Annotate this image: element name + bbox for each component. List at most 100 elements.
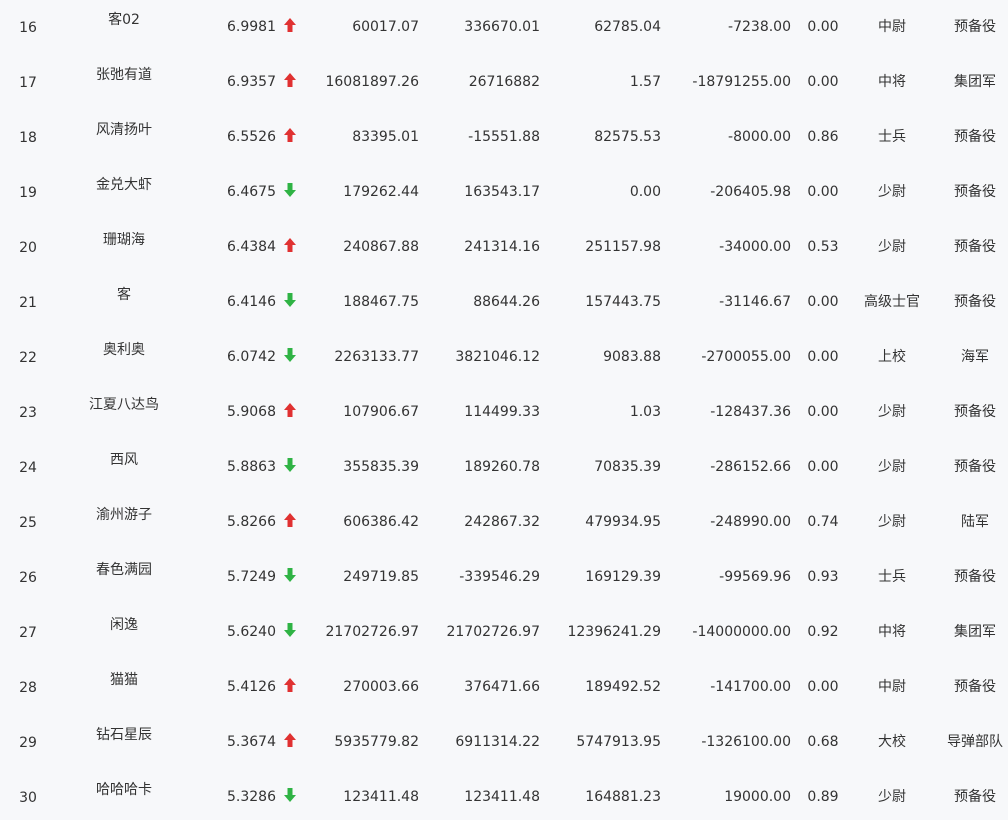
player-name: 奥利奥 [103, 342, 145, 358]
value-1-cell: 2263133.77 [334, 349, 419, 365]
table-row: 24 西风 5.8863 355835.39 189260.78 70835.39 -286… [0, 440, 1008, 495]
branch-cell: 预备役 [954, 789, 996, 805]
table-row: 21 客 6.4146 188467.75 88644.26 157443.75 -3114… [0, 275, 1008, 330]
rank-cell: 16 [19, 20, 37, 36]
arrow-down-icon [283, 622, 299, 640]
value-2-cell: 6911314.22 [455, 734, 540, 750]
player-name: 哈哈哈卡 [96, 782, 152, 798]
ratio-cell: 0.53 [807, 239, 839, 255]
value-1-cell: 60017.07 [352, 19, 419, 35]
value-4-cell: -128437.36 [710, 404, 791, 420]
value-3-cell: 251157.98 [585, 239, 661, 255]
table-row: 27 闲逸 5.6240 21702726.97 21702726.97 12396241… [0, 605, 1008, 660]
value-1-cell: 16081897.26 [325, 74, 419, 90]
branch-cell: 预备役 [954, 679, 996, 695]
ratio-cell: 0.00 [807, 184, 839, 200]
rank-cell: 18 [19, 130, 37, 146]
military-rank-cell: 少尉 [878, 184, 906, 200]
branch-cell: 预备役 [954, 459, 996, 475]
military-rank-cell: 士兵 [878, 129, 906, 145]
value-2-cell: 336670.01 [464, 19, 540, 35]
value-1-cell: 179262.44 [343, 184, 419, 200]
value-4-cell: -286152.66 [710, 459, 791, 475]
value-3-cell: 62785.04 [594, 19, 661, 35]
player-name: 客 [117, 287, 131, 303]
arrow-down-icon [283, 292, 299, 310]
value-3-cell: 12396241.29 [567, 624, 661, 640]
value-2-cell: 376471.66 [464, 679, 540, 695]
ratio-cell: 0.93 [807, 569, 839, 585]
player-name: 江夏八达鸟 [89, 397, 159, 413]
value-1-cell: 240867.88 [343, 239, 419, 255]
score-cell: 6.0742 [227, 349, 276, 365]
military-rank-cell: 中尉 [878, 19, 906, 35]
ratio-cell: 0.00 [807, 294, 839, 310]
arrow-up-icon [283, 72, 299, 90]
ratio-cell: 0.86 [807, 129, 839, 145]
score-cell: 5.6240 [227, 624, 276, 640]
table-row: 18 风清扬叶 6.5526 83395.01 -15551.88 82575.53 -80… [0, 110, 1008, 165]
value-1-cell: 107906.67 [343, 404, 419, 420]
score-cell: 6.4384 [227, 239, 276, 255]
value-4-cell: -99569.96 [719, 569, 791, 585]
player-name: 金兑大虾 [96, 177, 152, 193]
value-4-cell: -14000000.00 [692, 624, 791, 640]
value-3-cell: 479934.95 [585, 514, 661, 530]
player-name: 珊瑚海 [103, 232, 145, 248]
value-3-cell: 169129.39 [585, 569, 661, 585]
value-1-cell: 270003.66 [343, 679, 419, 695]
value-3-cell: 189492.52 [585, 679, 661, 695]
player-name: 风清扬叶 [96, 122, 152, 138]
ratio-cell: 0.00 [807, 349, 839, 365]
value-1-cell: 606386.42 [343, 514, 419, 530]
military-rank-cell: 少尉 [878, 789, 906, 805]
ratio-cell: 0.00 [807, 679, 839, 695]
branch-cell: 海军 [961, 349, 989, 365]
branch-cell: 预备役 [954, 294, 996, 310]
military-rank-cell: 士兵 [878, 569, 906, 585]
score-cell: 6.9981 [227, 19, 276, 35]
value-4-cell: -31146.67 [719, 294, 791, 310]
score-cell: 5.4126 [227, 679, 276, 695]
arrow-up-icon [283, 17, 299, 35]
rank-cell: 22 [19, 350, 37, 366]
value-2-cell: 88644.26 [473, 294, 540, 310]
ratio-cell: 0.00 [807, 74, 839, 90]
value-2-cell: 189260.78 [464, 459, 540, 475]
player-name: 客02 [108, 12, 140, 28]
value-2-cell: -15551.88 [468, 129, 540, 145]
rank-cell: 26 [19, 570, 37, 586]
military-rank-cell: 少尉 [878, 459, 906, 475]
ratio-cell: 0.89 [807, 789, 839, 805]
value-3-cell: 5747913.95 [576, 734, 661, 750]
branch-cell: 预备役 [954, 129, 996, 145]
branch-cell: 集团军 [954, 74, 996, 90]
value-1-cell: 21702726.97 [325, 624, 419, 640]
value-3-cell: 157443.75 [585, 294, 661, 310]
table-row: 20 珊瑚海 6.4384 240867.88 241314.16 251157.98 -3… [0, 220, 1008, 275]
value-4-cell: -1326100.00 [701, 734, 791, 750]
branch-cell: 导弹部队 [947, 734, 1003, 750]
value-4-cell: -2700055.00 [701, 349, 791, 365]
score-cell: 6.4675 [227, 184, 276, 200]
rank-cell: 24 [19, 460, 37, 476]
player-name: 西风 [110, 452, 138, 468]
table-row: 25 渝州游子 5.8266 606386.42 242867.32 479934.95 -… [0, 495, 1008, 550]
value-2-cell: -339546.29 [459, 569, 540, 585]
arrow-up-icon [283, 732, 299, 750]
value-3-cell: 70835.39 [594, 459, 661, 475]
value-1-cell: 188467.75 [343, 294, 419, 310]
value-4-cell: -8000.00 [728, 129, 791, 145]
ratio-cell: 0.00 [807, 19, 839, 35]
score-cell: 5.7249 [227, 569, 276, 585]
player-name: 张弛有道 [96, 67, 152, 83]
value-3-cell: 82575.53 [594, 129, 661, 145]
rank-cell: 25 [19, 515, 37, 531]
rank-cell: 17 [19, 75, 37, 91]
value-2-cell: 241314.16 [464, 239, 540, 255]
value-2-cell: 26716882 [468, 74, 540, 90]
player-name: 闲逸 [110, 617, 138, 633]
military-rank-cell: 中将 [878, 624, 906, 640]
value-3-cell: 1.03 [629, 404, 661, 420]
rank-cell: 29 [19, 735, 37, 751]
